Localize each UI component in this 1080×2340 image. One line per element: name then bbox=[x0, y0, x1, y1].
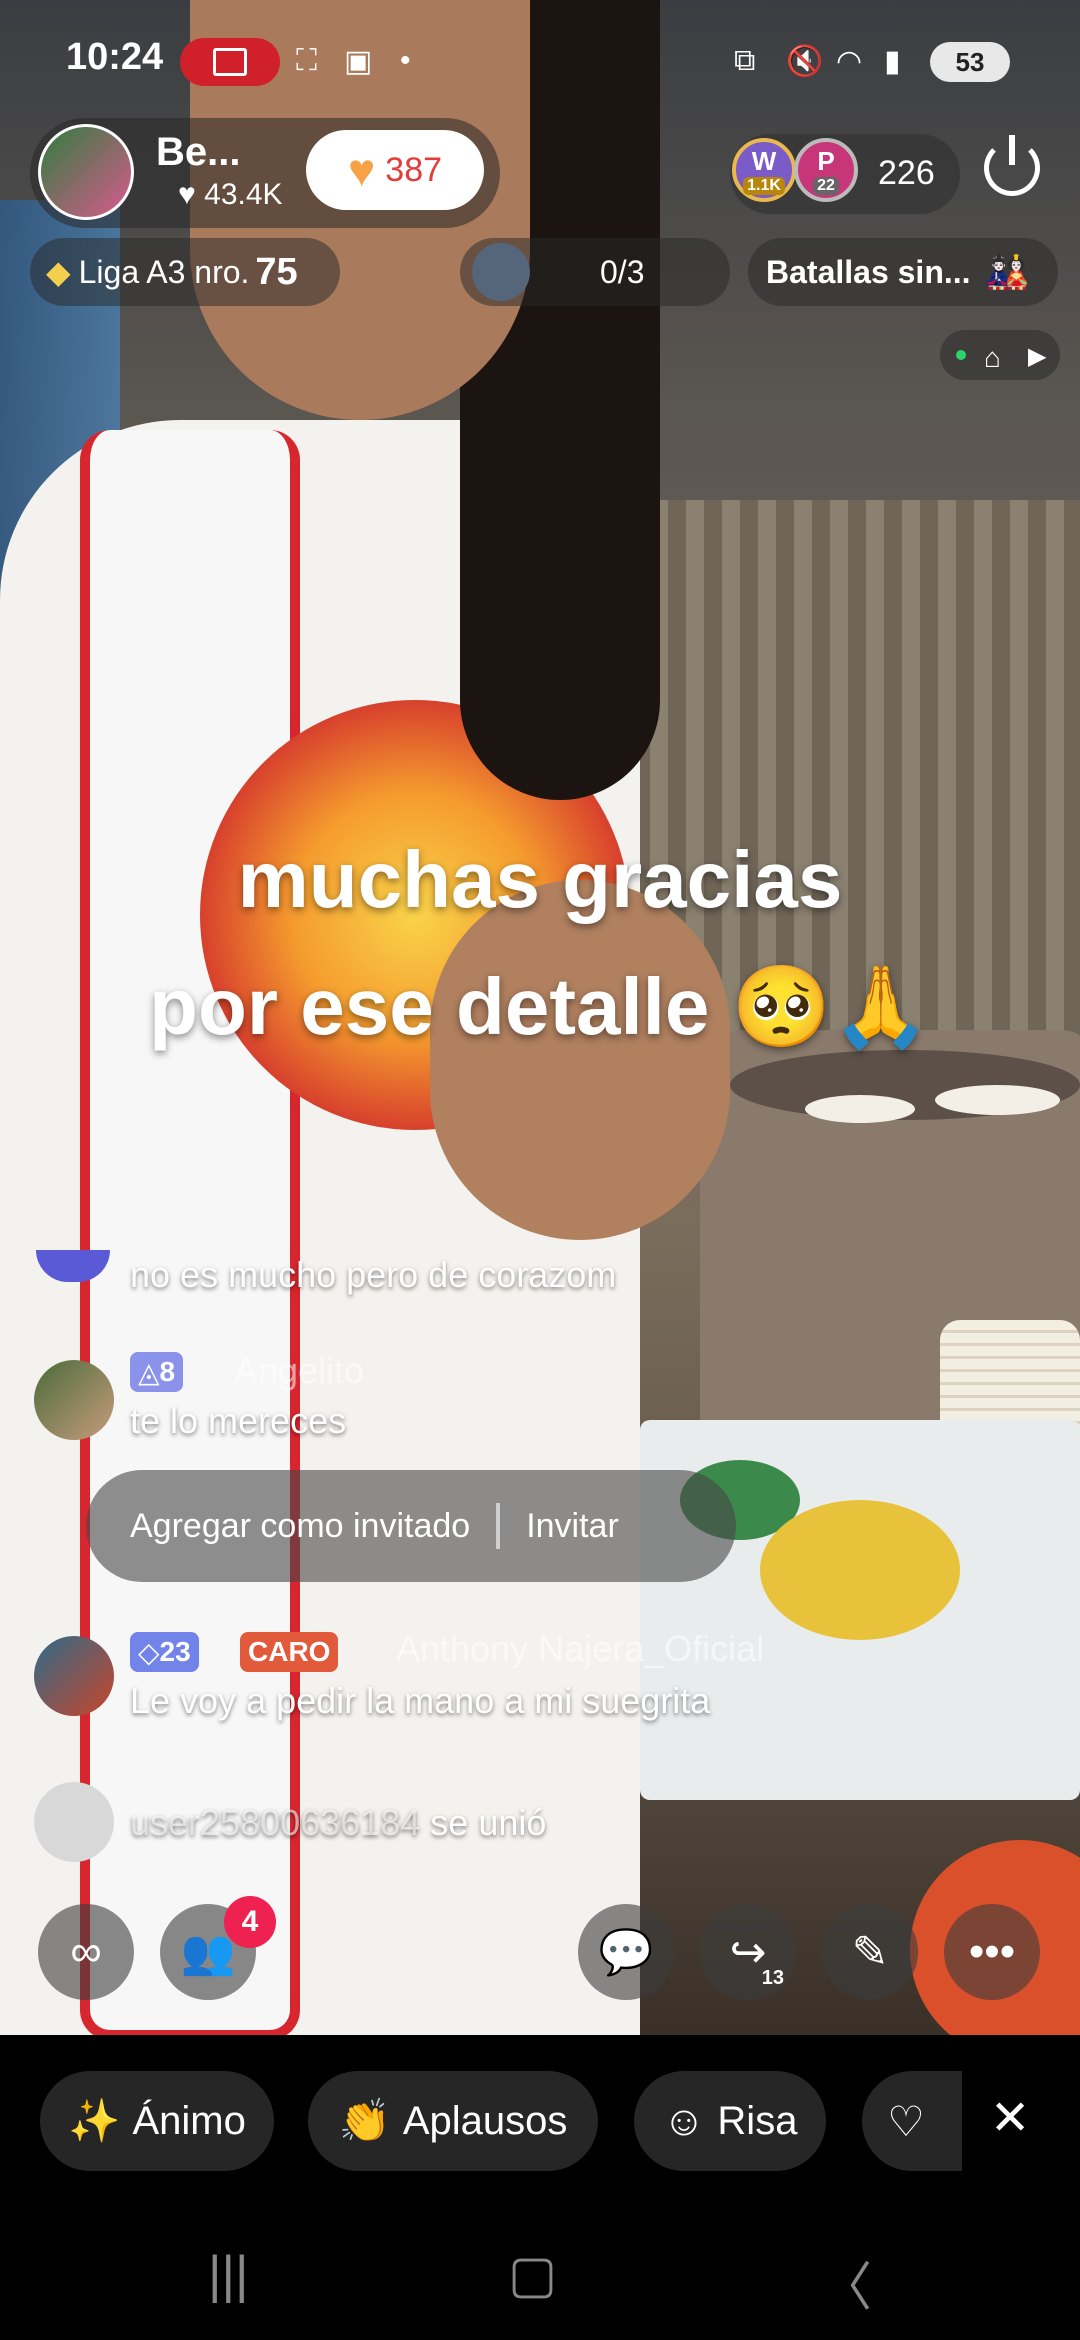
more-dot-icon: • bbox=[400, 44, 411, 77]
level-badge: ◇ 23 bbox=[130, 1632, 199, 1672]
mini-controls[interactable]: ⌂ ▶ bbox=[940, 330, 1060, 380]
app-notification-icon: ▣ bbox=[344, 45, 373, 78]
chat-username[interactable]: Angelito bbox=[234, 1350, 364, 1392]
invite-option[interactable]: Invitar bbox=[526, 1507, 619, 1546]
heart-icon: ♥ bbox=[178, 178, 205, 211]
league-label: Liga A3 nro. bbox=[78, 253, 250, 290]
diamond-icon: ◆ bbox=[46, 254, 71, 290]
viewer-badge-value: 1.1K bbox=[743, 176, 785, 195]
diamond-icon: ◇ bbox=[138, 1636, 160, 1668]
battles-label: Batallas sin... bbox=[766, 253, 971, 290]
battle-icon: 🎎 bbox=[984, 251, 1030, 292]
cast-icon: ⧉ bbox=[734, 44, 756, 77]
system-navigation-bar: ||| ▢ 〈 bbox=[0, 2205, 1080, 2340]
fan-club-badge: CARO bbox=[240, 1632, 339, 1672]
level-value: 8 bbox=[159, 1356, 176, 1387]
chat-username[interactable]: Anthony Najera_Oficial bbox=[396, 1628, 764, 1670]
tortilla bbox=[935, 1085, 1060, 1115]
quick-reactions-bar: ✨ Ánimo 👏 Aplausos ☺ Risa ♡ bbox=[0, 2035, 1080, 2205]
top-viewers[interactable]: W 1.1K P 22 226 bbox=[730, 134, 960, 214]
viewer-badge-value: 22 bbox=[813, 176, 839, 195]
viewer-badge[interactable]: W 1.1K bbox=[732, 138, 796, 202]
level-badge: ◬ 8 bbox=[130, 1352, 184, 1392]
power-icon[interactable] bbox=[984, 135, 1040, 196]
clock: 10:24 bbox=[66, 36, 164, 78]
guests-notification-badge: 4 bbox=[224, 1896, 276, 1948]
viewer-badge-letter: W bbox=[751, 145, 777, 176]
chat-avatar[interactable] bbox=[34, 1636, 114, 1716]
follow-count: 387 bbox=[385, 150, 443, 189]
home-button-icon[interactable]: ▢ bbox=[508, 2245, 557, 2305]
chat-avatar[interactable] bbox=[34, 1360, 114, 1440]
comment-icon[interactable]: 💬 bbox=[578, 1904, 674, 2000]
viewer-badge[interactable]: P 22 bbox=[794, 138, 858, 202]
live-video[interactable]: 10:24 ⛶ ▣ • ⧉ 🔇 ◠ ▮ 53 Be... ♥ 43.4K ♥ 38… bbox=[0, 0, 1080, 2035]
reaction-laugh-button[interactable]: ☺ Risa bbox=[634, 2071, 826, 2171]
reaction-label: Aplausos bbox=[402, 2098, 568, 2143]
follow-button[interactable]: ♥ 387 bbox=[306, 130, 484, 210]
host-likes-value: 43.4K bbox=[204, 178, 283, 211]
signal-icon: ▮ bbox=[884, 45, 901, 78]
live-dot-icon bbox=[956, 350, 966, 360]
play-icon[interactable]: ▶ bbox=[1028, 342, 1046, 371]
chat-message: te lo mereces bbox=[130, 1400, 347, 1441]
cloth-bird bbox=[760, 1500, 960, 1640]
caption-line-2: por ese detalle 🥺🙏 bbox=[149, 962, 931, 1051]
level-value: 23 bbox=[159, 1636, 191, 1667]
host-avatar[interactable] bbox=[38, 124, 134, 220]
wifi-icon: ◠ bbox=[836, 45, 863, 78]
join-action: se unió bbox=[430, 1802, 547, 1843]
reaction-love-button[interactable]: ♡ bbox=[862, 2071, 962, 2171]
link-icon[interactable]: ∞ bbox=[38, 1904, 134, 2000]
battery-indicator: 53 bbox=[930, 42, 1010, 82]
screen-record-icon bbox=[180, 38, 280, 86]
heart-outline-icon: ♡ bbox=[887, 2097, 925, 2145]
reaction-label: Ánimo bbox=[132, 2098, 246, 2143]
reaction-label: Risa bbox=[717, 2098, 798, 2143]
close-icon[interactable]: ✕ bbox=[990, 2090, 1030, 2146]
back-icon[interactable]: 〈 bbox=[820, 2245, 872, 2320]
menu-divider bbox=[496, 1503, 501, 1549]
heart-icon: ♥ bbox=[347, 144, 376, 196]
status-bar: 10:24 ⛶ ▣ • ⧉ 🔇 ◠ ▮ 53 bbox=[0, 0, 1080, 120]
fan-club-tag: CARO bbox=[248, 1636, 331, 1667]
chat-message: no es mucho pero de corazom bbox=[130, 1254, 617, 1295]
recent-apps-icon[interactable]: ||| bbox=[208, 2245, 249, 2305]
more-options-icon[interactable]: ••• bbox=[944, 1904, 1040, 2000]
apron bbox=[80, 430, 300, 2035]
triangle-icon: ◬ bbox=[138, 1356, 160, 1388]
share-icon[interactable]: ↪ 13 bbox=[700, 1904, 796, 2000]
streamer-hands bbox=[430, 880, 730, 1240]
clap-icon: 👏 bbox=[338, 2096, 391, 2144]
mute-icon: 🔇 bbox=[786, 45, 824, 78]
reaction-applause-button[interactable]: 👏 Aplausos bbox=[308, 2071, 598, 2171]
default-avatar-icon[interactable] bbox=[34, 1782, 114, 1862]
screenshot-icon: ⛶ bbox=[296, 44, 317, 77]
host-likes: ♥ 43.4K bbox=[178, 178, 283, 212]
cheer-icon: ✨ bbox=[68, 2096, 121, 2144]
viewer-count: 226 bbox=[878, 154, 935, 192]
user-context-menu: Agregar como invitado Invitar bbox=[86, 1470, 736, 1582]
magic-wand-icon[interactable]: ✎ bbox=[822, 1904, 918, 2000]
caption-line-1: muchas gracias bbox=[237, 835, 843, 924]
share-count: 13 bbox=[761, 1967, 784, 1989]
home-icon[interactable]: ⌂ bbox=[984, 342, 1001, 374]
viewer-badge-letter: P bbox=[817, 145, 835, 176]
battles-pill[interactable]: Batallas sin... 🎎 bbox=[748, 238, 1058, 306]
goals-progress: 0/3 bbox=[600, 253, 645, 290]
league-rank: 75 bbox=[255, 250, 298, 293]
join-message: user25800636184 se unió bbox=[130, 1802, 546, 1844]
goal-icon bbox=[472, 243, 530, 301]
join-username[interactable]: user25800636184 bbox=[130, 1802, 420, 1843]
host-name[interactable]: Be... bbox=[156, 130, 240, 175]
chat-message: Le voy a pedir la mano a mi suegrita bbox=[130, 1680, 711, 1721]
goals-pill[interactable]: 0/3 bbox=[460, 238, 730, 306]
tortilla bbox=[805, 1095, 915, 1123]
reaction-cheer-button[interactable]: ✨ Ánimo bbox=[40, 2071, 274, 2171]
add-guest-option[interactable]: Agregar como invitado bbox=[130, 1507, 470, 1546]
laugh-icon: ☺ bbox=[662, 2097, 706, 2144]
league-pill[interactable]: ◆ Liga A3 nro. 75 bbox=[30, 238, 340, 306]
